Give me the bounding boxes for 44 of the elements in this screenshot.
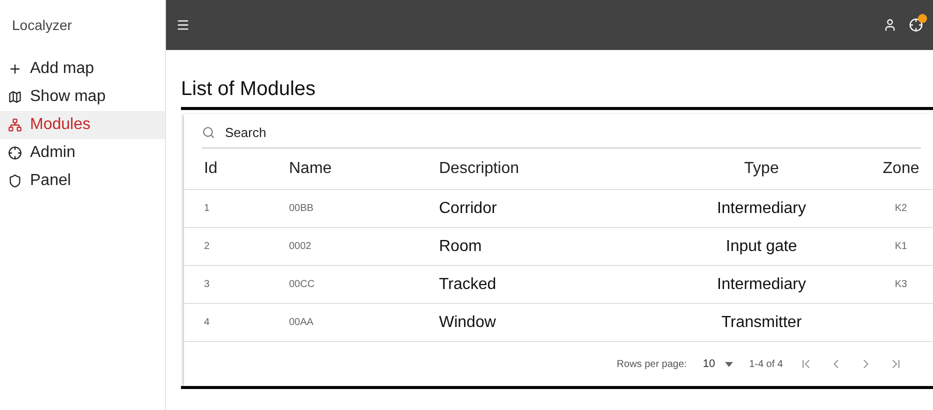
page-range: 1-4 of 4 <box>749 358 783 370</box>
user-icon[interactable] <box>883 18 897 32</box>
table-cell-text: 00AA <box>289 317 314 328</box>
table-cell-text: K1 <box>894 241 908 252</box>
table-cell-text: Intermediary <box>716 276 807 294</box>
table-cell-text: 0002 <box>289 241 312 252</box>
sidebar-item[interactable]: Panel <box>0 167 165 195</box>
rows-per-page-label: Rows per page: <box>616 358 687 370</box>
table-cell-text: 3 <box>204 279 211 290</box>
shield-icon <box>8 174 22 188</box>
dropdown-icon <box>725 362 734 366</box>
table-cell-text: Corridor <box>439 200 498 218</box>
table-cell-text: Tracked <box>439 276 498 294</box>
column-header[interactable]: Zone <box>869 160 933 178</box>
search-field[interactable]: Search <box>202 114 921 149</box>
column-header[interactable]: Type <box>654 160 869 178</box>
sidebar-item[interactable]: Modules <box>0 111 165 139</box>
table-cell-text: Input gate <box>724 238 798 256</box>
column-header[interactable]: Name <box>289 160 439 178</box>
map-icon <box>8 90 22 104</box>
table-cell-text: 1 <box>204 203 211 214</box>
sidebar-item[interactable]: Add map <box>0 55 165 83</box>
column-header[interactable]: Id <box>204 160 289 178</box>
table-cell-text: 2 <box>204 241 211 252</box>
table-cell-text: Intermediary <box>716 200 807 218</box>
rows-per-page-select[interactable]: 10 <box>702 358 734 370</box>
table-cell-text: 4 <box>204 317 211 328</box>
table-cell-text: K2 <box>894 203 908 214</box>
menu-icon[interactable] <box>176 18 190 32</box>
page-title: List of Modules <box>181 78 317 101</box>
table-cell-text: Room <box>439 238 483 256</box>
app-title: Localyzer <box>11 16 73 35</box>
column-header[interactable]: Description <box>439 160 654 178</box>
table-cell-text: 00CC <box>289 279 316 290</box>
table-cell-text: K3 <box>894 279 908 290</box>
search-icon <box>202 126 215 139</box>
sidebar-item[interactable]: Admin <box>0 139 165 167</box>
target-icon <box>8 146 22 160</box>
table-cell-text: Transmitter <box>720 314 803 332</box>
table-cell-text: 00BB <box>289 203 314 214</box>
hub-icon <box>8 118 22 132</box>
plus-icon <box>8 62 22 76</box>
table-cell-text: Window <box>439 314 497 332</box>
sidebar-item[interactable]: Show map <box>0 83 165 111</box>
